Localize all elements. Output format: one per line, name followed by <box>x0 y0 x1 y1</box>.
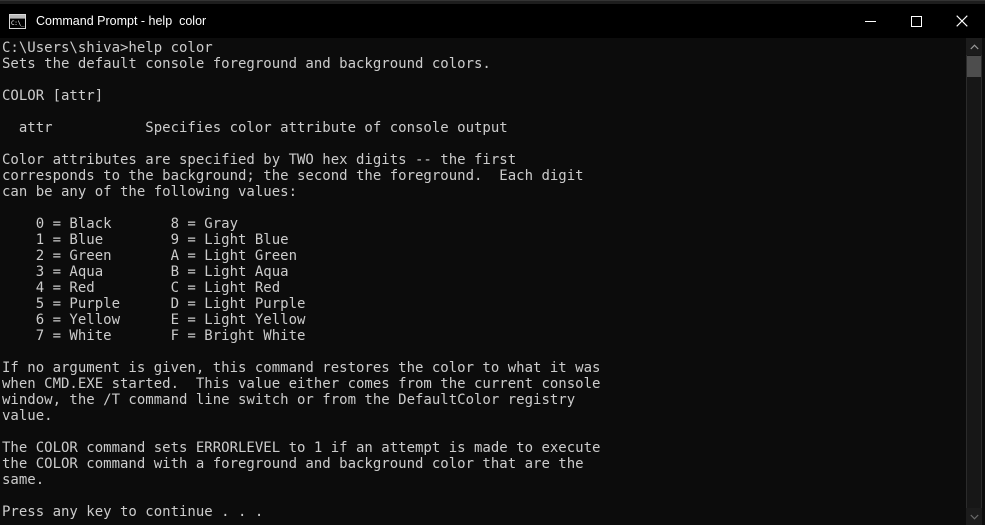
maximize-button[interactable] <box>893 4 939 38</box>
minimize-button[interactable] <box>847 4 893 38</box>
console-line: 1 = Blue 9 = Light Blue <box>2 232 289 248</box>
console-line: can be any of the following values: <box>2 184 298 200</box>
window-title: Command Prompt - help color <box>36 14 207 28</box>
console-line: attr Specifies color attribute of consol… <box>2 120 508 136</box>
console-line: when CMD.EXE started. This value either … <box>2 376 601 392</box>
console-line: 2 = Green A = Light Green <box>2 248 298 264</box>
cmd-icon[interactable]: C:\_ <box>9 13 26 29</box>
console-line: window, the /T command line switch or fr… <box>2 392 576 408</box>
console-line: the COLOR command with a foreground and … <box>2 456 584 472</box>
window-controls <box>847 4 985 38</box>
console-line: 6 = Yellow E = Light Yellow <box>2 312 306 328</box>
chevron-up-icon <box>969 43 979 49</box>
close-icon <box>956 15 968 27</box>
title-bar[interactable]: C:\_ Command Prompt - help color <box>0 4 985 38</box>
console-line: Sets the default console foreground and … <box>2 56 491 72</box>
chevron-down-icon <box>969 514 979 520</box>
console-line: The COLOR command sets ERRORLEVEL to 1 i… <box>2 440 601 456</box>
console-scrollbar[interactable] <box>963 38 985 525</box>
console-line: 5 = Purple D = Light Purple <box>2 296 306 312</box>
console-line: Color attributes are specified by TWO he… <box>2 152 517 168</box>
scroll-down-button[interactable] <box>966 508 982 525</box>
console-line: Press any key to continue . . . <box>2 504 264 520</box>
console-line: 4 = Red C = Light Red <box>2 280 281 296</box>
console-line: corresponds to the background; the secon… <box>2 168 584 184</box>
title-bar-left: C:\_ Command Prompt - help color <box>0 4 847 38</box>
command-prompt-window: C:\_ Command Prompt - help color C:\User… <box>0 0 985 525</box>
maximize-icon <box>910 15 922 27</box>
console-line: If no argument is given, this command re… <box>2 360 601 376</box>
console-output[interactable]: C:\Users\shiva>help color Sets the defaul… <box>0 38 963 525</box>
console-line: 0 = Black 8 = Gray <box>2 216 239 232</box>
console-line: value. <box>2 408 53 424</box>
console-line: C:\Users\shiva>help color <box>2 40 213 56</box>
minimize-icon <box>864 20 876 22</box>
console-line: same. <box>2 472 45 488</box>
close-button[interactable] <box>939 4 985 38</box>
console-line: 3 = Aqua B = Light Aqua <box>2 264 289 280</box>
scroll-up-button[interactable] <box>966 38 982 55</box>
scrollbar-track[interactable] <box>966 38 982 525</box>
cmd-icon-screen: C:\_ <box>10 18 25 28</box>
scrollbar-thumb[interactable] <box>967 56 981 77</box>
console-line: COLOR [attr] <box>2 88 104 104</box>
console-line: 7 = White F = Bright White <box>2 328 306 344</box>
